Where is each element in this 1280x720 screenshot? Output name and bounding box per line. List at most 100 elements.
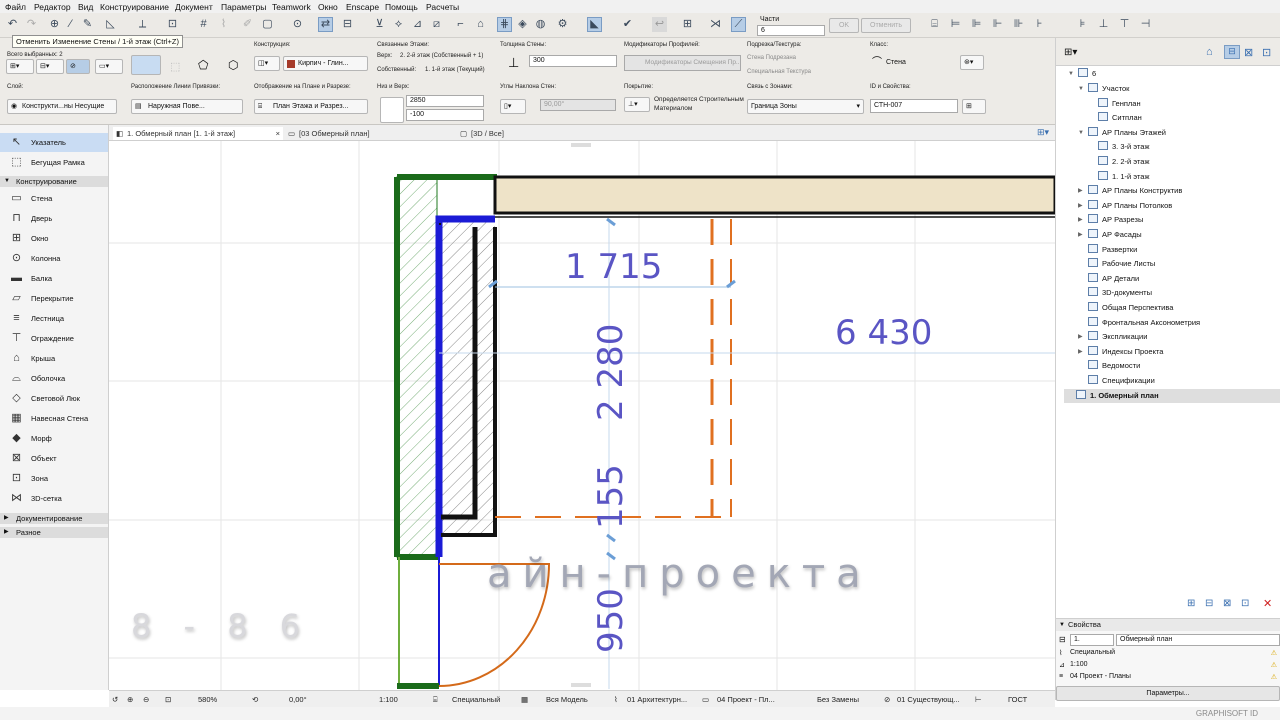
tool-door[interactable]: ⊓ Дверь	[0, 209, 108, 228]
tool-column[interactable]: ⊙ Колонна	[0, 249, 108, 268]
pencil-icon[interactable]: ✐	[240, 17, 255, 32]
surface-cut-value[interactable]: Стена Подрезана	[747, 55, 796, 61]
elevation-icon[interactable]: ⊫	[969, 17, 984, 32]
geometry-method-3[interactable]: ⊘	[66, 59, 90, 74]
close-icon[interactable]: ×	[276, 127, 280, 140]
scale-value[interactable]: 1:100	[379, 695, 398, 704]
nav-item[interactable]: ▶ Экспликации	[1078, 330, 1147, 344]
nav-item[interactable]: ▶ Индексы Проекта	[1078, 345, 1163, 359]
cover-button[interactable]: ⊥▾	[624, 97, 650, 112]
guide-line-icon[interactable]: ⟂	[135, 17, 150, 32]
tool-wall[interactable]: ▭ Стена	[0, 189, 108, 208]
drawing-canvas[interactable]: 1 715 6 430 2 280 155 950 айн-проекта 8 …	[109, 141, 1055, 690]
tool-object[interactable]: ⊠ Объект	[0, 449, 108, 468]
angle-value[interactable]: 0,00°	[289, 695, 307, 704]
expand-icon[interactable]: ▼	[1078, 82, 1084, 96]
clone-folder-icon[interactable]: ⊞	[1187, 598, 1195, 609]
tool-pointer[interactable]: ↖ Указатель	[0, 133, 108, 152]
eyedropper-icon[interactable]: ✎	[80, 17, 95, 32]
edit-3d-icon[interactable]: ◈	[515, 17, 530, 32]
own-value[interactable]: 1. 1-й этаж (Текущий)	[425, 67, 485, 73]
override-value[interactable]: Без Замены	[817, 695, 859, 704]
tool-railing[interactable]: ⊤ Ограждение	[0, 329, 108, 348]
tab-3d[interactable]: ▢ [3D / Все]	[457, 127, 627, 140]
trace-ref-icon[interactable]: ⊙	[290, 17, 305, 32]
construction-type-button[interactable]: ◫▾	[254, 56, 280, 71]
intersect-icon[interactable]: ⟡	[391, 17, 406, 32]
nav-item[interactable]: 1. 1-й этаж	[1098, 170, 1149, 184]
collapse-icon[interactable]: ▶	[1078, 228, 1083, 242]
nav-item[interactable]: ▶ АР Планы Конструктив	[1078, 184, 1182, 198]
back-icon[interactable]: ↩	[652, 17, 667, 32]
thickness-field[interactable]: 300	[529, 55, 617, 67]
menu-teamwork[interactable]: Teamwork	[272, 2, 311, 12]
tool-roof[interactable]: ⌂ Крыша	[0, 349, 108, 368]
id-field[interactable]: СТН-007	[870, 99, 958, 113]
navigator-mode-icon[interactable]: ⊞▾	[1064, 47, 1077, 58]
cut-icon[interactable]: ⋊	[708, 17, 723, 32]
undo-icon[interactable]: ↶	[5, 17, 20, 32]
profile-mod-field[interactable]: Модификаторы Смещения Пр...	[624, 55, 741, 71]
collapse-icon[interactable]: ▶	[1078, 330, 1083, 344]
layer-icon[interactable]: ⇄	[318, 17, 333, 32]
nav-item[interactable]: Ведомости	[1088, 359, 1140, 373]
menu-window[interactable]: Окно	[318, 2, 338, 12]
section-misc-header[interactable]: ▶ Разное	[0, 527, 108, 538]
nav-root[interactable]: ▼ 6	[1068, 67, 1096, 81]
menu-view[interactable]: Вид	[78, 2, 93, 12]
expand-icon[interactable]: ▼	[1078, 126, 1084, 140]
section-icon[interactable]: ⊨	[948, 17, 963, 32]
zoom-in-icon[interactable]: ⊕	[127, 695, 133, 704]
ok-button[interactable]: OK	[829, 18, 859, 33]
nav-item[interactable]: ▶ АР Разрезы	[1078, 213, 1143, 227]
project-map-icon[interactable]: ⌂	[1206, 46, 1213, 58]
suspend-groups-icon[interactable]: ▢	[260, 17, 275, 32]
slant-type-button[interactable]: ▯▾	[500, 99, 526, 114]
adjust-icon[interactable]: ⊻	[372, 17, 387, 32]
view-id-field[interactable]: 1.	[1070, 634, 1114, 646]
split-icon[interactable]: ⧄	[429, 17, 444, 32]
wall-shape-complex-icon[interactable]: ⬡	[228, 58, 238, 72]
nav-item[interactable]: 3. 3-й этаж	[1098, 140, 1149, 154]
syringe-icon[interactable]: ⁄	[63, 17, 78, 32]
tool-beam[interactable]: ▬ Балка	[0, 269, 108, 288]
layer-combo-value[interactable]: 04 Проект - Планы	[1070, 673, 1131, 680]
height-bottom-field[interactable]: -100	[406, 109, 484, 121]
house-icon[interactable]: ⌂	[473, 17, 488, 32]
parts-icon[interactable]: ⟋	[731, 17, 746, 32]
tool-shell[interactable]: ⌓ Оболочка	[0, 369, 108, 388]
collapse-icon[interactable]: ▶	[1078, 184, 1083, 198]
save-view-icon[interactable]: ⊠	[1223, 598, 1231, 609]
organizer-icon[interactable]: ⊧	[1075, 17, 1090, 32]
graphisoft-id-label[interactable]: GRAPHISOFT ID	[1196, 709, 1258, 718]
height-top-field[interactable]: 2850	[406, 95, 484, 107]
properties-button[interactable]: ⊞	[962, 99, 986, 114]
dimension-1715[interactable]: 1 715	[565, 247, 662, 287]
delete-icon[interactable]: ✕	[1263, 597, 1272, 610]
new-folder-icon[interactable]: ⊟	[1205, 598, 1213, 609]
resize-icon[interactable]: ⌐	[453, 17, 468, 32]
nav-item[interactable]: 3D-документы	[1088, 286, 1152, 300]
material-select[interactable]: Кирпич - Глин...	[283, 56, 368, 71]
nav-item[interactable]: Ситплан	[1098, 111, 1142, 125]
ruler-icon[interactable]: ◺	[103, 17, 118, 32]
view-map-icon[interactable]: ⊟	[1224, 45, 1240, 59]
settings-icon[interactable]: ⊡	[1241, 598, 1249, 609]
zoom-value[interactable]: 580%	[198, 695, 217, 704]
menu-help[interactable]: Помощь	[385, 2, 418, 12]
fit-window-icon[interactable]: ⊡	[165, 695, 171, 704]
menu-design[interactable]: Конструирование	[100, 2, 169, 12]
wall-shape-trapezoid-icon[interactable]: ⬚	[170, 60, 180, 73]
nav-item[interactable]: Генплан	[1098, 97, 1141, 111]
section-design-header[interactable]: ▼ Конструирование	[0, 176, 108, 187]
surface-icon[interactable]: ◍	[533, 17, 548, 32]
tool-mesh[interactable]: ⋈ 3D-сетка	[0, 489, 108, 508]
snap-guides-icon[interactable]: ⋕	[497, 17, 512, 32]
wall-shape-straight[interactable]	[131, 55, 161, 75]
section-documentation-header[interactable]: ▶ Документирование	[0, 513, 108, 524]
fit-icon[interactable]: ⊞	[680, 17, 695, 32]
display-select[interactable]: ⌸ План Этажа и Разрез...	[254, 99, 368, 114]
nav-item[interactable]: Спецификации	[1088, 374, 1155, 388]
tool-stair[interactable]: ≡ Лестница	[0, 309, 108, 328]
top-value[interactable]: 2. 2-й этаж (Собственный + 1)	[400, 53, 483, 59]
